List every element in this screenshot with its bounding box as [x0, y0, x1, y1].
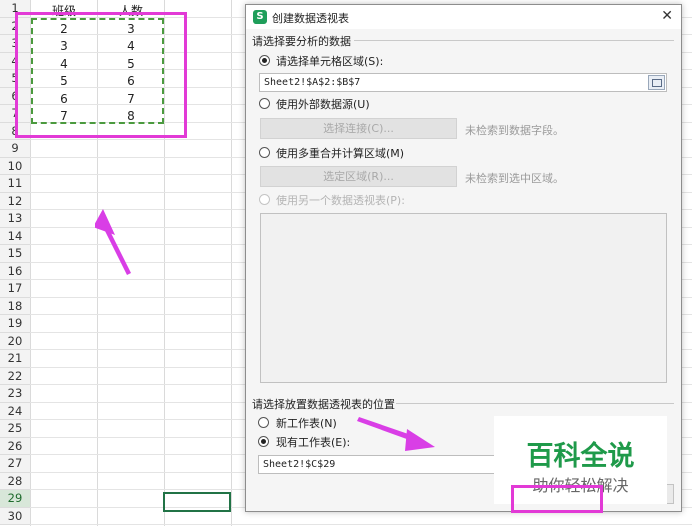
- pivot-table-list[interactable]: [260, 213, 667, 383]
- row-header[interactable]: 12: [0, 192, 30, 210]
- wps-app-icon: S: [253, 10, 267, 24]
- row-header[interactable]: 28: [0, 472, 30, 490]
- row-header[interactable]: 24: [0, 402, 30, 420]
- section-divider: [354, 40, 674, 41]
- row-header[interactable]: 9: [0, 140, 30, 158]
- range-picker-icon[interactable]: [648, 75, 665, 90]
- option-label-multiple-consolidation: 使用多重合并计算区域(M): [276, 147, 405, 160]
- select-region-button[interactable]: 选定区域(R)...: [260, 166, 457, 187]
- option-label-select-range: 请选择单元格区域(S):: [276, 55, 384, 68]
- range-input[interactable]: Sheet2!$A$2:$B$7: [259, 73, 667, 92]
- close-icon[interactable]: ✕: [661, 8, 673, 24]
- radio-external-source[interactable]: [259, 98, 270, 109]
- row-header[interactable]: 19: [0, 315, 30, 333]
- section-divider: [396, 403, 674, 404]
- highlight-box-source-data: [15, 12, 187, 138]
- row-header[interactable]: 21: [0, 350, 30, 368]
- dialog-titlebar[interactable]: S 创建数据透视表 ✕: [246, 5, 681, 29]
- option-label-another-pivot: 使用另一个数据透视表(P):: [276, 194, 405, 207]
- arrow-head-left: [95, 209, 115, 235]
- row-header[interactable]: 11: [0, 175, 30, 193]
- radio-existing-worksheet[interactable]: [258, 436, 269, 447]
- option-label-existing-worksheet: 现有工作表(E):: [276, 436, 351, 449]
- select-connection-button[interactable]: 选择连接(C)...: [260, 118, 457, 139]
- radio-select-range[interactable]: [259, 55, 270, 66]
- row-header[interactable]: 10: [0, 157, 30, 175]
- option-label-new-worksheet: 新工作表(N): [276, 417, 337, 430]
- active-cell-c29[interactable]: [163, 492, 231, 512]
- row-header[interactable]: 30: [0, 507, 30, 525]
- row-header[interactable]: 25: [0, 420, 30, 438]
- row-header[interactable]: 27: [0, 455, 30, 473]
- row-header[interactable]: 18: [0, 297, 30, 315]
- radio-another-pivot[interactable]: [259, 194, 270, 205]
- note-no-selected-region: 未检索到选中区域。: [465, 172, 564, 185]
- row-header[interactable]: 20: [0, 332, 30, 350]
- gridline: [231, 0, 232, 526]
- option-label-external-source: 使用外部数据源(U): [276, 98, 370, 111]
- row-header[interactable]: 13: [0, 210, 30, 228]
- section-label-data: 请选择要分析的数据: [252, 35, 351, 48]
- watermark-title: 百科全说: [526, 441, 635, 472]
- arrow-head-right: [405, 429, 435, 451]
- arrow-annotation-left: [95, 209, 131, 275]
- row-header[interactable]: 26: [0, 437, 30, 455]
- ok-button-highlight[interactable]: [511, 485, 603, 513]
- gridline: [30, 524, 692, 525]
- row-header[interactable]: 29: [0, 490, 30, 508]
- row-header[interactable]: 14: [0, 227, 30, 245]
- row-header[interactable]: 17: [0, 280, 30, 298]
- arrow-annotation-right: [357, 417, 435, 451]
- row-header[interactable]: 22: [0, 367, 30, 385]
- row-header[interactable]: 16: [0, 262, 30, 280]
- section-label-placement: 请选择放置数据透视表的位置: [252, 398, 395, 411]
- dialog-title: 创建数据透视表: [272, 12, 349, 25]
- row-header[interactable]: 15: [0, 245, 30, 263]
- row-header[interactable]: 23: [0, 385, 30, 403]
- radio-multiple-consolidation[interactable]: [259, 147, 270, 158]
- note-no-data-fields: 未检索到数据字段。: [465, 124, 564, 137]
- radio-new-worksheet[interactable]: [258, 417, 269, 428]
